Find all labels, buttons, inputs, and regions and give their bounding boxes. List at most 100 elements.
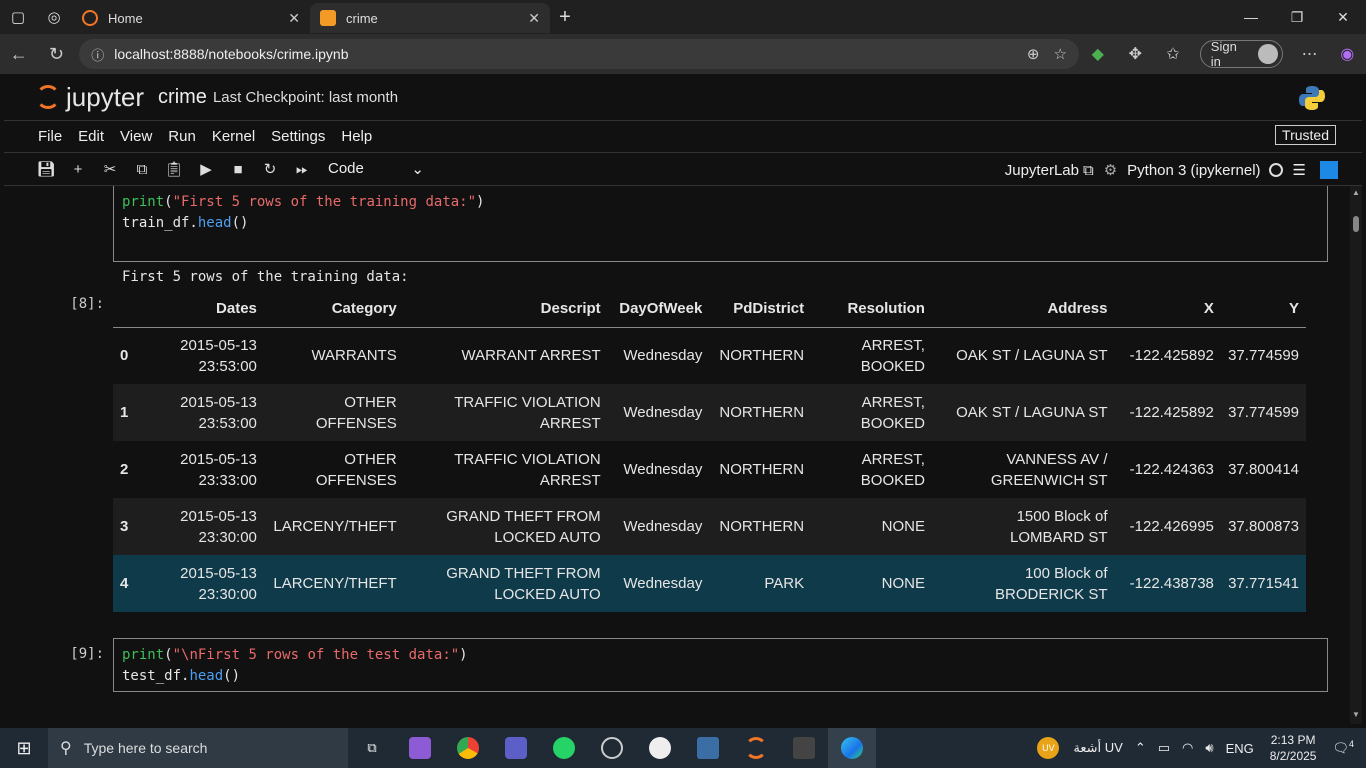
copilot-icon[interactable]: ◉ (1328, 44, 1366, 64)
back-icon[interactable]: ← (0, 44, 38, 65)
external-link-icon: ⧉ (1082, 161, 1094, 179)
volume-icon[interactable]: 🔊︎ (1205, 740, 1213, 756)
cell-type-value: Code (328, 160, 364, 177)
cell-address: OAK ST / LAGUNA ST (956, 347, 1108, 365)
menu-kernel[interactable]: Kernel (204, 128, 263, 145)
code-line: print("First 5 rows of the training data… (122, 194, 485, 210)
scroll-down-icon[interactable]: ▼ (1352, 710, 1360, 719)
favorites-icon[interactable]: ✩ (1154, 44, 1192, 64)
cell-district: NORTHERN (719, 347, 805, 365)
menu-view[interactable]: View (112, 128, 160, 145)
cell-y: 37.774599 (1228, 347, 1299, 365)
code-cell[interactable]: print("\nFirst 5 rows of the test data:"… (113, 638, 1328, 692)
run-icon[interactable]: ▶ (190, 160, 222, 178)
chevron-down-icon: ⌄ (411, 161, 424, 178)
menu-bar: File Edit View Run Kernel Settings Help … (4, 120, 1362, 152)
app-d-icon[interactable] (780, 728, 828, 768)
taskbar-clock[interactable]: 2:13 PM 8/2/2025 (1270, 732, 1317, 764)
language-indicator[interactable]: ENG (1226, 741, 1254, 756)
restore-icon[interactable]: ❐ (1274, 0, 1320, 34)
close-tab-icon[interactable]: ✕ (288, 10, 300, 27)
cell-address: VANNESS AV / GREENWICH ST (990, 450, 1108, 489)
jupyterlab-link[interactable]: JupyterLab (1005, 162, 1079, 179)
battery-icon[interactable]: ▭ (1158, 740, 1170, 756)
wifi-icon[interactable]: ◠ (1182, 740, 1193, 756)
new-tab-button[interactable]: + (550, 6, 580, 29)
code-cell[interactable]: print("First 5 rows of the training data… (113, 186, 1328, 262)
cell-day: Wednesday (607, 384, 710, 441)
menu-lines-icon[interactable]: ☰ (1293, 161, 1306, 179)
column-header: Descript (403, 291, 608, 328)
chrome-icon[interactable] (444, 728, 492, 768)
copy-icon[interactable]: ⧉ (126, 161, 158, 178)
property-inspector-icon[interactable] (1320, 161, 1338, 179)
close-tab-icon[interactable]: ✕ (528, 10, 540, 27)
code-line: test_df.head() (122, 668, 241, 684)
trusted-badge[interactable]: Trusted (1275, 125, 1336, 145)
insert-cell-icon[interactable]: + (62, 161, 94, 178)
edge-icon[interactable] (828, 728, 876, 768)
windows-start-icon[interactable]: ⊞ (0, 738, 48, 759)
tab-actions-icon[interactable]: ▢ (0, 0, 36, 34)
cell-district: NORTHERN (709, 498, 812, 555)
refresh-icon[interactable]: ↻ (38, 44, 76, 65)
restart-icon[interactable]: ↻ (254, 160, 286, 178)
weather-text[interactable]: أشعة UV (1073, 740, 1122, 756)
close-window-icon[interactable]: ✕ (1320, 0, 1366, 34)
code-line: print("\nFirst 5 rows of the test data:"… (122, 647, 468, 663)
menu-settings[interactable]: Settings (263, 128, 333, 145)
menu-run[interactable]: Run (160, 128, 204, 145)
jupyter-app-icon[interactable] (732, 728, 780, 768)
cell-day: Wednesday (623, 461, 703, 478)
python-logo-icon (1299, 86, 1325, 110)
task-view-icon[interactable]: ⧉ (348, 728, 396, 768)
save-icon[interactable]: 💾︎ (30, 160, 62, 178)
column-header: Address (931, 291, 1115, 328)
weather-badge[interactable]: UV (1037, 737, 1060, 759)
menu-edit[interactable]: Edit (70, 128, 112, 145)
notifications-icon[interactable]: 🗨︎4 (1332, 739, 1354, 756)
address-bar[interactable]: ⓘ localhost:8888/notebooks/crime.ipynb ⊕… (79, 39, 1079, 69)
taskbar-search[interactable]: ⚲ Type here to search (48, 728, 348, 768)
whatsapp-icon[interactable] (540, 728, 588, 768)
scroll-up-icon[interactable]: ▲ (1352, 188, 1360, 197)
kernel-name[interactable]: Python 3 (ipykernel) (1127, 162, 1260, 179)
cut-icon[interactable]: ✂ (94, 160, 126, 178)
notebook-scrollbar[interactable]: ▲ ▼ (1350, 186, 1362, 724)
visual-studio-icon[interactable] (396, 728, 444, 768)
more-options-icon[interactable]: ⋯ (1291, 44, 1329, 64)
url-text: localhost:8888/notebooks/crime.ipynb (114, 46, 349, 62)
menu-file[interactable]: File (30, 128, 70, 145)
github-icon[interactable] (636, 728, 684, 768)
stop-icon[interactable]: ■ (222, 161, 254, 178)
notification-count: 4 (1348, 739, 1354, 750)
clock-app-icon[interactable] (588, 728, 636, 768)
cell-dates: 2015-05-13 23:53:00 (142, 384, 264, 441)
menu-help[interactable]: Help (333, 128, 380, 145)
zoom-icon[interactable]: ⊕ (1027, 45, 1040, 63)
notebook-name[interactable]: crime (158, 86, 207, 109)
tab-crime[interactable]: crime ✕ (310, 3, 550, 33)
teams-icon[interactable] (492, 728, 540, 768)
site-info-icon[interactable]: ⓘ (91, 45, 104, 64)
checkpoint-status: Last Checkpoint: last month (212, 88, 399, 106)
extension-icon[interactable]: ◆ (1079, 44, 1117, 64)
debugger-icon[interactable]: ⚙ (1104, 161, 1117, 179)
output-prompt: [8]: (70, 296, 104, 312)
cell-category: OTHER OFFENSES (315, 450, 397, 489)
extensions-puzzle-icon[interactable]: ✥ (1117, 44, 1155, 64)
cell-type-select[interactable]: Code ⌄ (328, 160, 424, 178)
tab-home[interactable]: Home ✕ (72, 3, 310, 33)
search-icon: ⚲ (60, 740, 72, 757)
sign-in-button[interactable]: Sign in (1199, 39, 1283, 69)
paste-icon[interactable]: 📋︎ (158, 160, 190, 178)
favorite-star-icon[interactable]: ☆ (1054, 45, 1067, 63)
chevron-up-icon[interactable]: ⌃ (1135, 740, 1146, 756)
run-all-icon[interactable]: ⏩︎ (286, 161, 318, 178)
scrollbar-thumb[interactable] (1353, 216, 1359, 232)
jupyter-logo-text: jupyter (66, 81, 145, 112)
jupyter-logo[interactable]: jupyter (36, 82, 144, 113)
minimize-icon[interactable]: — (1228, 0, 1274, 34)
news-app-icon[interactable] (684, 728, 732, 768)
workspaces-icon[interactable]: ◎ (36, 0, 72, 34)
